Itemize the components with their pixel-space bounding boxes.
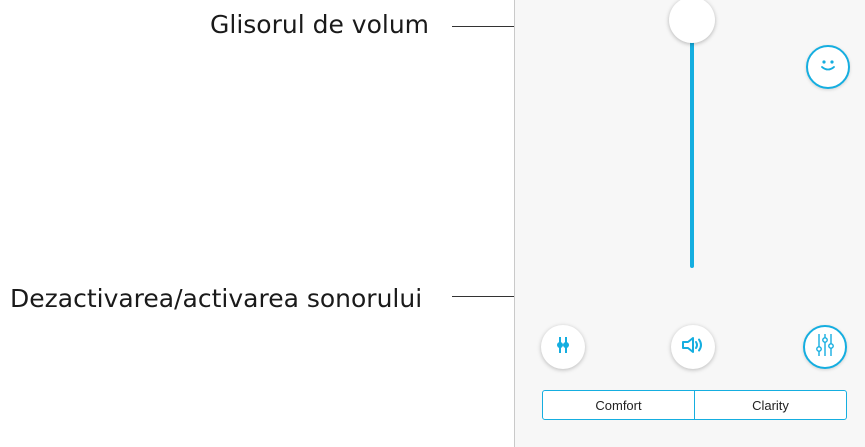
- program-clarity-button[interactable]: Clarity: [694, 391, 846, 419]
- equalizer-button[interactable]: [803, 325, 847, 369]
- speaker-icon: [680, 333, 706, 362]
- mute-toggle-button[interactable]: [671, 325, 715, 369]
- program-comfort-button[interactable]: Comfort: [543, 391, 694, 419]
- help-illustration: Glisorul de volum Dezactivarea/activarea…: [0, 0, 865, 447]
- volume-slider-track[interactable]: [690, 20, 694, 268]
- mute-callout-label: Dezactivarea/activarea sonorului: [10, 284, 423, 313]
- volume-slider-callout-label: Glisorul de volum: [210, 10, 430, 39]
- hearing-aid-control-panel: Comfort Clarity: [514, 0, 865, 447]
- mood-button[interactable]: [806, 45, 850, 89]
- adjust-sound-button[interactable]: [541, 325, 585, 369]
- program-selector: Comfort Clarity: [542, 390, 847, 420]
- sliders-icon: [551, 333, 575, 362]
- equalizer-icon: [812, 331, 838, 364]
- volume-slider-thumb[interactable]: [669, 0, 715, 43]
- smiley-face-icon: [814, 51, 842, 84]
